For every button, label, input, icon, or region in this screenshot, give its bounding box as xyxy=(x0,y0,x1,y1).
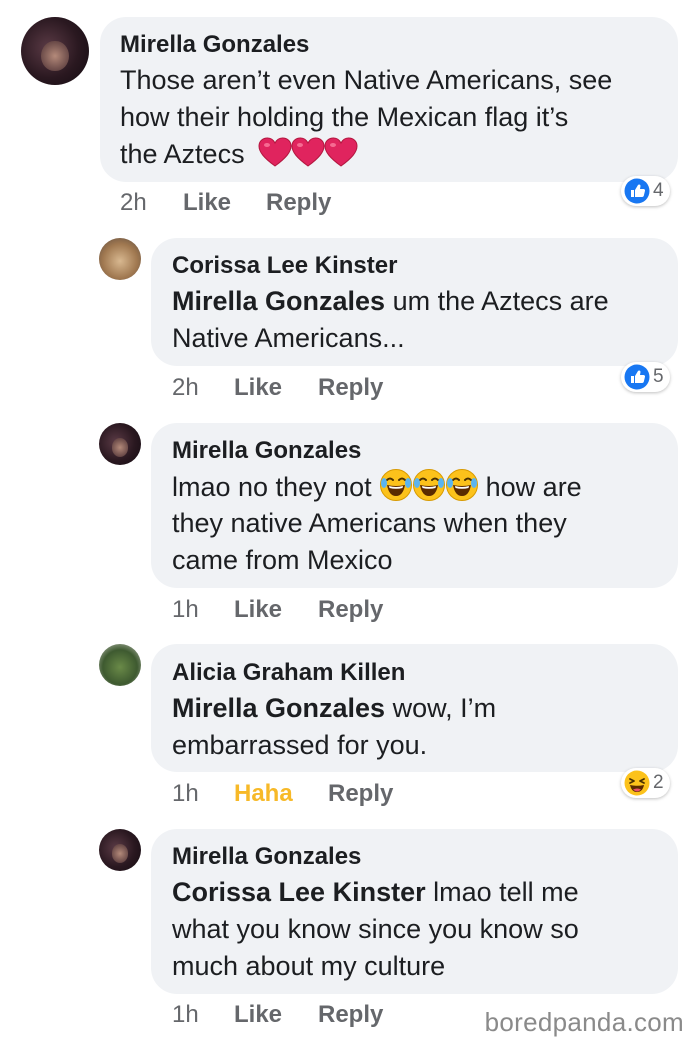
comment-author[interactable]: Corissa Lee Kinster xyxy=(172,252,397,280)
comment-time: 1h xyxy=(172,596,199,623)
comment-text-line: came from Mexico xyxy=(172,545,393,575)
avatar[interactable] xyxy=(99,423,141,465)
comment-time: 2h xyxy=(120,189,147,216)
avatar[interactable] xyxy=(21,17,89,85)
heart-emoji xyxy=(324,137,358,167)
reply-button[interactable]: Reply xyxy=(318,374,383,402)
avatar[interactable] xyxy=(99,829,141,871)
avatar[interactable] xyxy=(99,238,141,280)
mention-link[interactable]: Mirella Gonzales xyxy=(172,286,385,316)
avatar[interactable] xyxy=(99,644,141,686)
reaction-summary[interactable]: 4 xyxy=(621,176,670,206)
reaction-count: 5 xyxy=(653,366,664,387)
comment-text-line-with-mention: Mirella Gonzales um the Aztecs are xyxy=(172,283,609,320)
laughing-emoji xyxy=(412,468,446,502)
comment-text-line: Native Americans... xyxy=(172,323,405,353)
comment-time: 2h xyxy=(172,374,199,401)
laughing-emoji xyxy=(379,468,413,502)
comment-text: um the Aztecs are xyxy=(385,286,609,316)
mention-link[interactable]: Corissa Lee Kinster xyxy=(172,877,426,907)
haha-icon xyxy=(624,770,650,796)
comment-text-line-with-mention: Mirella Gonzales wow, I’m xyxy=(172,690,496,727)
like-button[interactable]: Like xyxy=(234,596,282,624)
watermark: boredpanda.com xyxy=(484,1007,684,1037)
comment-text: how are xyxy=(478,472,582,502)
comment-text-line: what you know since you know so xyxy=(172,914,579,944)
like-icon xyxy=(624,364,650,390)
reaction-summary[interactable]: 2 xyxy=(621,768,670,798)
comment-text-line: embarrassed for you. xyxy=(172,730,428,760)
comment-text: the Aztecs xyxy=(120,139,245,169)
comment-text: lmao tell me xyxy=(425,877,579,907)
comment-text: wow, I’m xyxy=(385,693,497,723)
reply-button[interactable]: Reply xyxy=(266,189,331,217)
heart-emoji xyxy=(258,137,292,167)
reply-button[interactable]: Reply xyxy=(318,596,383,624)
heart-emoji xyxy=(291,137,325,167)
mention-link[interactable]: Mirella Gonzales xyxy=(172,693,385,723)
comment-time: 1h xyxy=(172,1001,199,1028)
haha-reaction-button[interactable]: Haha xyxy=(234,780,293,808)
reply-button[interactable]: Reply xyxy=(328,780,393,808)
comment-text: lmao no they not xyxy=(172,472,380,502)
like-button[interactable]: Like xyxy=(234,1001,282,1029)
reaction-summary[interactable]: 5 xyxy=(621,362,670,392)
comment-text-line-with-mention: Corissa Lee Kinster lmao tell me xyxy=(172,874,579,911)
comment-text-line-with-emoji: the Aztecs xyxy=(120,136,357,173)
reaction-count: 2 xyxy=(653,772,664,793)
comment-author[interactable]: Mirella Gonzales xyxy=(172,843,361,871)
comment-author[interactable]: Mirella Gonzales xyxy=(120,31,309,59)
comment-text-line: much about my culture xyxy=(172,951,446,981)
like-button[interactable]: Like xyxy=(183,189,231,217)
reply-button[interactable]: Reply xyxy=(318,1001,383,1029)
comment-text-line-with-emoji: lmao no they not how are xyxy=(172,468,582,506)
comment-text-line: how their holding the Mexican flag it’s xyxy=(120,102,569,132)
reaction-count: 4 xyxy=(653,180,664,201)
comment-text-line: they native Americans when they xyxy=(172,508,567,538)
like-button[interactable]: Like xyxy=(234,374,282,402)
laughing-emoji xyxy=(445,468,479,502)
comment-author[interactable]: Alicia Graham Killen xyxy=(172,659,405,687)
comment-time: 1h xyxy=(172,780,199,807)
like-icon xyxy=(624,178,650,204)
comment-author[interactable]: Mirella Gonzales xyxy=(172,437,361,465)
comment-text-line: Those aren’t even Native Americans, see xyxy=(120,65,613,95)
